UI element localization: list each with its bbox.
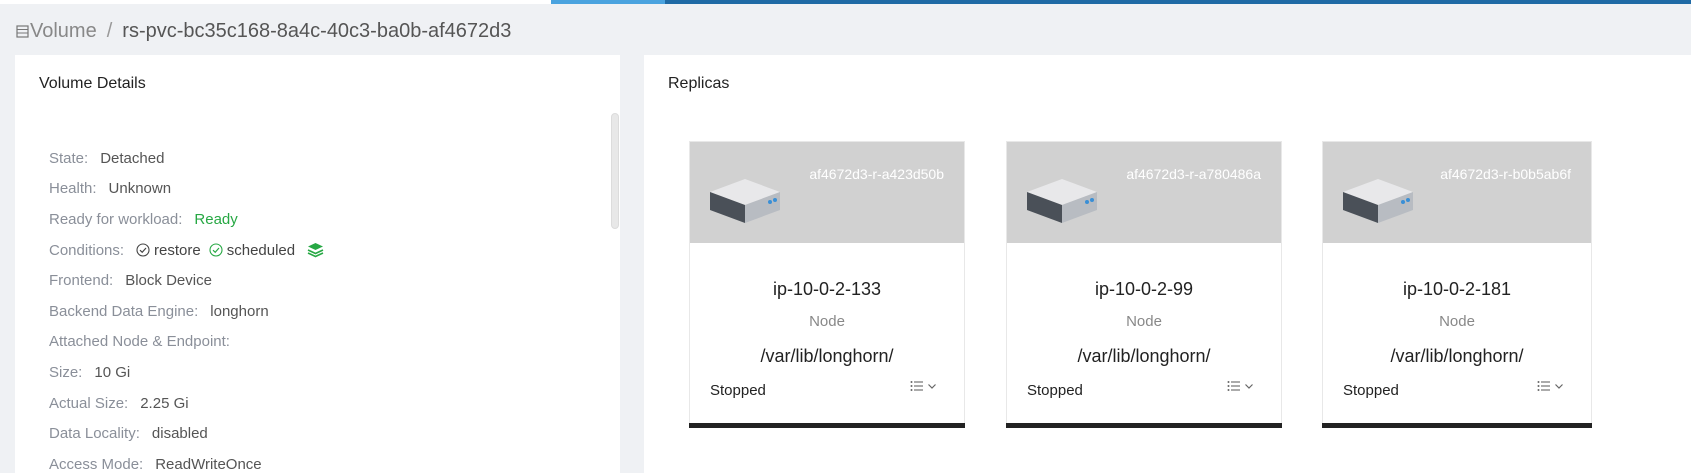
disk-icon: [1027, 179, 1097, 223]
replica-path: /var/lib/longhorn/: [1077, 346, 1211, 366]
chevron-down-icon: [1245, 384, 1253, 389]
replica-card-bottom-bar: [689, 423, 965, 428]
top-progress-bar: [0, 0, 1691, 4]
details-list: State: Detached Health: Unknown Ready fo…: [49, 143, 324, 473]
detail-row-state: State: Detached: [49, 143, 324, 174]
disk-icon: [1343, 179, 1413, 223]
chevron-down-icon: [1555, 384, 1563, 389]
detail-value: 2.25 Gi: [140, 394, 189, 412]
detail-value: ReadWriteOnce: [155, 455, 262, 473]
disk-icon: [710, 179, 780, 223]
detail-row-size: Size: 10 Gi: [49, 357, 324, 388]
replica-name: af4672d3-r-a423d50b: [809, 166, 944, 182]
replica-status: Stopped: [1027, 382, 1083, 399]
detail-label: Data Locality:: [49, 425, 140, 443]
detail-label: Frontend:: [49, 272, 114, 290]
check-circle-icon: [209, 243, 223, 257]
topbar-active-segment: [551, 0, 665, 4]
replica-node-label: Node: [1439, 313, 1475, 330]
replica-path: /var/lib/longhorn/: [760, 346, 894, 366]
ready-status: Ready: [194, 210, 238, 228]
detail-row-health: Health: Unknown: [49, 174, 324, 205]
detail-value: Unknown: [108, 180, 172, 198]
condition-label: restore: [154, 241, 201, 259]
replica-name: af4672d3-r-a780486a: [1126, 166, 1261, 182]
breadcrumb-volume-link[interactable]: Volume: [30, 20, 97, 43]
list-icon: [910, 381, 923, 391]
detail-label: Health:: [49, 180, 97, 198]
detail-label: Attached Node & Endpoint:: [49, 333, 230, 351]
chevron-down-icon: [928, 384, 936, 389]
detail-label: Conditions:: [49, 241, 125, 259]
detail-label: Actual Size:: [49, 394, 129, 412]
breadcrumb-current: rs-pvc-bc35c168-8a4c-40c3-ba0b-af4672d3: [122, 19, 512, 42]
detail-value: Block Device: [125, 272, 212, 290]
replica-card-header: af4672d3-r-a423d50b: [690, 142, 964, 243]
replica-card-header: af4672d3-r-b0b5ab6f: [1323, 142, 1591, 243]
detail-row-attached: Attached Node & Endpoint:: [49, 327, 324, 358]
breadcrumb: Volume / rs-pvc-bc35c168-8a4c-40c3-ba0b-…: [16, 18, 511, 44]
replica-node-label: Node: [809, 313, 845, 330]
detail-label: State:: [49, 149, 89, 167]
topbar-left: [0, 0, 551, 4]
replica-name: af4672d3-r-b0b5ab6f: [1440, 166, 1571, 182]
list-icon: [1227, 381, 1240, 391]
volume-details-title: Volume Details: [39, 75, 146, 92]
layers-icon[interactable]: [307, 242, 324, 258]
check-circle-icon: [136, 243, 150, 257]
detail-value: 10 Gi: [94, 363, 131, 381]
detail-label: Backend Data Engine:: [49, 302, 199, 320]
list-icon: [1537, 381, 1550, 391]
replica-node-name: ip-10-0-2-133: [772, 279, 882, 299]
replica-actions-menu[interactable]: [1537, 380, 1565, 392]
detail-row-backend: Backend Data Engine: longhorn: [49, 296, 324, 327]
replicas-title: Replicas: [668, 75, 730, 92]
detail-value: Detached: [100, 149, 165, 167]
detail-row-frontend: Frontend: Block Device: [49, 265, 324, 296]
replica-card-header: af4672d3-r-a780486a: [1007, 142, 1281, 243]
volume-details-panel: Volume Details State: Detached Health: U…: [15, 55, 620, 473]
condition-restore: restore: [136, 242, 201, 259]
replica-card[interactable]: af4672d3-r-a780486a ip-10-0-2-99 Node /v…: [1006, 141, 1282, 428]
detail-row-data-locality: Data Locality: disabled: [49, 418, 324, 449]
replica-node-name: ip-10-0-2-99: [1094, 279, 1194, 299]
condition-scheduled: scheduled: [209, 242, 295, 259]
detail-label: Access Mode:: [49, 455, 144, 473]
volume-icon: [16, 23, 30, 39]
replica-status: Stopped: [1343, 382, 1399, 399]
detail-row-conditions: Conditions: restore scheduled: [49, 235, 324, 266]
replica-node-label: Node: [1126, 313, 1162, 330]
detail-row-access-mode: Access Mode: ReadWriteOnce: [49, 449, 324, 473]
condition-label: scheduled: [226, 241, 296, 259]
detail-value: disabled: [151, 425, 208, 443]
replica-node-name: ip-10-0-2-181: [1402, 279, 1512, 299]
detail-row-actual-size: Actual Size: 2.25 Gi: [49, 388, 324, 419]
replica-card-bottom-bar: [1006, 423, 1282, 428]
replica-path: /var/lib/longhorn/: [1390, 346, 1524, 366]
detail-row-ready: Ready for workload: Ready: [49, 204, 324, 235]
replica-actions-menu[interactable]: [910, 380, 938, 392]
details-scrollbar[interactable]: [611, 113, 619, 229]
detail-value: longhorn: [210, 302, 269, 320]
detail-label: Ready for workload:: [49, 210, 183, 228]
replica-actions-menu[interactable]: [1227, 380, 1255, 392]
breadcrumb-separator: /: [106, 19, 113, 42]
detail-label: Size:: [49, 363, 83, 381]
replica-card[interactable]: af4672d3-r-b0b5ab6f ip-10-0-2-181 Node /…: [1322, 141, 1592, 428]
replica-card[interactable]: af4672d3-r-a423d50b ip-10-0-2-133 Node /…: [689, 141, 965, 428]
replica-card-bottom-bar: [1322, 423, 1592, 428]
replica-status: Stopped: [710, 382, 766, 399]
